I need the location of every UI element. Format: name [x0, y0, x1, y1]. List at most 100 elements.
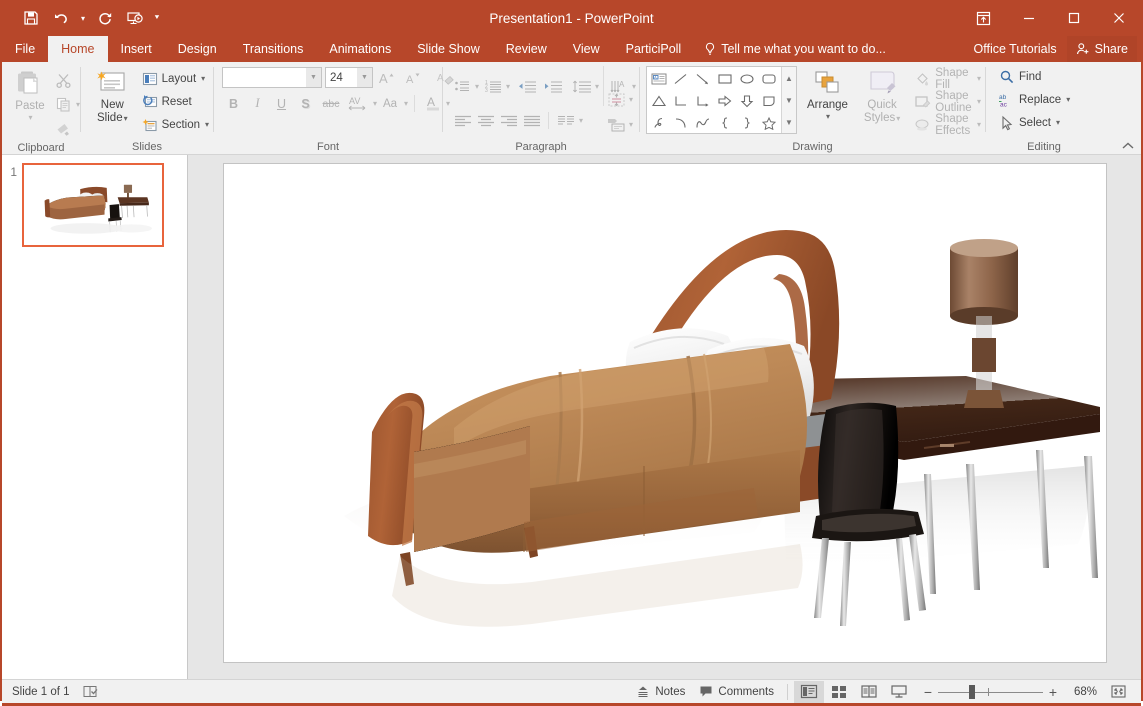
bullets-dropdown-icon[interactable]: ▾	[475, 82, 479, 91]
rounded-rectangle-shape-icon[interactable]	[758, 68, 780, 90]
character-spacing-button[interactable]: AV	[345, 92, 371, 115]
columns-dropdown-icon[interactable]: ▾	[579, 116, 583, 125]
redo-icon[interactable]	[90, 5, 120, 31]
format-painter-button[interactable]	[52, 117, 75, 140]
reset-button[interactable]: Reset	[138, 91, 213, 112]
text-shadow-button[interactable]: S	[294, 92, 317, 115]
new-slide-button[interactable]: New Slide▾	[87, 66, 138, 125]
zoom-in-button[interactable]: +	[1043, 681, 1063, 703]
collapse-ribbon-icon[interactable]	[1121, 140, 1135, 152]
shapes-more-icon[interactable]: ▼	[782, 111, 796, 133]
columns-button[interactable]	[554, 109, 578, 132]
align-center-button[interactable]	[474, 109, 497, 132]
convert-to-smartart-button[interactable]	[605, 113, 628, 136]
share-button[interactable]: Share	[1066, 36, 1137, 62]
shape-outline-button[interactable]: Shape Outline ▾	[910, 90, 985, 114]
align-text-dropdown-icon[interactable]: ▾	[629, 95, 633, 104]
right-brace-shape-icon[interactable]	[736, 112, 758, 134]
shapes-gallery[interactable]: A ▲ ▼ ▼	[646, 66, 797, 134]
shape-fill-button[interactable]: Shape Fill ▾	[910, 67, 985, 91]
arrow-shape-icon[interactable]	[692, 68, 714, 90]
layout-button[interactable]: Layout ▾	[138, 68, 213, 89]
tab-home[interactable]: Home	[48, 36, 108, 62]
normal-view-button[interactable]	[794, 680, 824, 703]
notes-button[interactable]: Notes	[629, 681, 692, 703]
replace-button[interactable]: ab ac Replace ▾	[995, 89, 1074, 110]
zoom-out-button[interactable]: −	[918, 681, 938, 703]
comments-button[interactable]: Comments	[692, 681, 781, 703]
paste-dropdown-icon[interactable]: ▾	[28, 113, 32, 122]
slideshow-icon[interactable]	[120, 5, 150, 31]
ribbon-display-options-icon[interactable]	[961, 0, 1006, 36]
section-button[interactable]: Section ▾	[138, 114, 213, 135]
shapes-scrollbar[interactable]: ▲ ▼ ▼	[781, 67, 796, 133]
align-text-button[interactable]	[605, 88, 628, 111]
copy-dropdown-icon[interactable]: ▾	[76, 100, 80, 109]
font-name-dropdown-icon[interactable]: ▼	[306, 68, 321, 87]
tab-file[interactable]: File	[2, 36, 49, 62]
strikethrough-button[interactable]: abc	[318, 92, 344, 115]
smartart-dropdown-icon[interactable]: ▾	[629, 120, 633, 129]
font-name-input[interactable]: ▼	[222, 67, 322, 88]
bullets-button[interactable]	[451, 75, 474, 98]
triangle-shape-icon[interactable]	[648, 90, 670, 112]
undo-dropdown-icon[interactable]: ▾	[76, 5, 90, 31]
right-arrow-shape-icon[interactable]	[714, 90, 736, 112]
arc-shape-icon[interactable]	[670, 112, 692, 134]
elbow-connector-shape-icon[interactable]	[670, 90, 692, 112]
maximize-icon[interactable]	[1051, 0, 1096, 36]
zoom-level-label[interactable]: 68%	[1067, 686, 1103, 698]
curve-shape-icon[interactable]	[692, 112, 714, 134]
minimize-icon[interactable]	[1006, 0, 1051, 36]
line-shape-icon[interactable]	[670, 68, 692, 90]
spell-check-icon[interactable]	[82, 684, 99, 699]
numbering-button[interactable]: 123	[482, 75, 505, 98]
justify-button[interactable]	[520, 109, 543, 132]
tab-design[interactable]: Design	[165, 36, 230, 62]
rectangle-shape-icon[interactable]	[714, 68, 736, 90]
tab-participoll[interactable]: ParticiPoll	[613, 36, 695, 62]
tab-slide-show[interactable]: Slide Show	[404, 36, 493, 62]
slide-thumbnail-1[interactable]	[22, 163, 164, 247]
font-color-button[interactable]: A	[421, 92, 444, 115]
customize-qat-icon[interactable]: ⯆	[150, 5, 164, 31]
down-arrow-shape-icon[interactable]	[736, 90, 758, 112]
cut-button[interactable]	[52, 69, 75, 92]
slide-image[interactable]	[223, 164, 1107, 663]
reading-view-button[interactable]	[854, 681, 884, 703]
flowchart-shape-icon[interactable]	[758, 90, 780, 112]
zoom-slider-handle[interactable]	[969, 684, 975, 699]
close-icon[interactable]	[1096, 0, 1141, 36]
slide-show-view-button[interactable]	[884, 681, 914, 703]
shape-effects-button[interactable]: Shape Effects ▾	[910, 113, 985, 137]
tab-view[interactable]: View	[560, 36, 613, 62]
shapes-scroll-down-icon[interactable]: ▼	[782, 89, 796, 111]
bold-button[interactable]: B	[222, 92, 245, 115]
font-size-input[interactable]: 24 ▼	[325, 67, 373, 88]
tell-me-search[interactable]: Tell me what you want to do...	[694, 36, 896, 62]
scribble-shape-icon[interactable]	[648, 112, 670, 134]
text-box-shape-icon[interactable]: A	[648, 68, 670, 90]
increase-font-size-button[interactable]: A	[376, 66, 399, 89]
line-spacing-button[interactable]	[570, 75, 594, 98]
decrease-font-size-button[interactable]: A	[402, 66, 425, 89]
elbow-arrow-connector-shape-icon[interactable]	[692, 90, 714, 112]
slide-editing-surface[interactable]	[222, 163, 1107, 663]
tab-transitions[interactable]: Transitions	[230, 36, 317, 62]
shapes-scroll-up-icon[interactable]: ▲	[782, 67, 796, 89]
office-tutorials-link[interactable]: Office Tutorials	[964, 36, 1067, 62]
align-right-button[interactable]	[497, 109, 520, 132]
tab-insert[interactable]: Insert	[108, 36, 165, 62]
line-spacing-dropdown-icon[interactable]: ▾	[595, 82, 599, 91]
select-button[interactable]: Select ▾	[995, 112, 1064, 133]
star-shape-icon[interactable]	[758, 112, 780, 134]
change-case-button[interactable]: Aa	[378, 92, 402, 115]
font-size-dropdown-icon[interactable]: ▼	[357, 68, 372, 87]
save-icon[interactable]	[16, 5, 46, 31]
copy-button[interactable]	[52, 93, 75, 116]
underline-button[interactable]: U	[270, 92, 293, 115]
tab-review[interactable]: Review	[493, 36, 560, 62]
tab-animations[interactable]: Animations	[316, 36, 404, 62]
numbering-dropdown-icon[interactable]: ▾	[506, 82, 510, 91]
increase-indent-button[interactable]	[540, 75, 566, 98]
